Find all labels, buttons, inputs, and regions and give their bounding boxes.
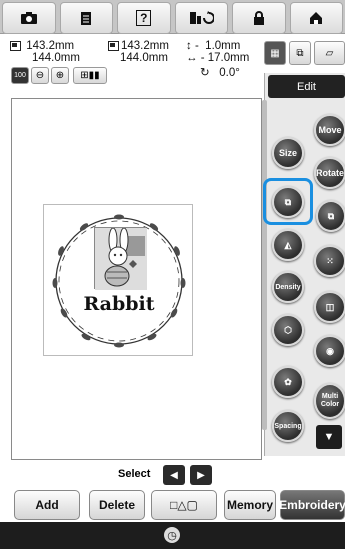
rotate-label: Rotate [316, 168, 345, 178]
stipple-icon: ◉ [326, 345, 334, 356]
top-toolbar: ? [0, 0, 345, 34]
horizontal-arrow-icon: ↔ [186, 52, 198, 64]
grid-button[interactable]: ⊞▮▮ [73, 67, 107, 84]
zoom-out-icon: ⊖ [35, 70, 45, 81]
preview-icon: ▱ [325, 47, 334, 59]
stipple-button[interactable]: ◉ [314, 335, 345, 367]
image-icon: ⧉ [296, 47, 304, 59]
array-icon: ⁙ [326, 255, 334, 266]
size-label: Size [278, 148, 297, 158]
clock-icon[interactable]: ◷ [164, 527, 180, 543]
delete-button[interactable]: Delete [89, 490, 145, 520]
down-arrow-icon: ▼ [323, 431, 335, 443]
outline-icon: ✿ [284, 376, 292, 387]
zoom-100-button[interactable]: 100 [11, 67, 29, 84]
shape-select-button[interactable]: □△▢ [151, 490, 217, 520]
help-button[interactable]: ? [117, 2, 171, 34]
mirror-button[interactable]: ◭ [272, 229, 304, 261]
zoom-in-icon: ⊕ [55, 70, 65, 81]
select-next-button[interactable]: ▶ [190, 465, 212, 485]
duplicate-icon: ⧉ [284, 196, 292, 207]
scroll-down-button[interactable]: ▼ [316, 425, 342, 449]
rotation-readout: ↻ 0.0° [200, 67, 260, 79]
sewing-foot-button[interactable] [174, 2, 228, 34]
size-icon [10, 40, 21, 51]
group-icon: ⧉ [327, 210, 335, 221]
sewing-foot-icon [190, 11, 215, 24]
camera-icon [20, 12, 37, 24]
multi-color-button[interactable]: Multi Color [314, 383, 345, 419]
memory-button[interactable]: Memory [224, 490, 276, 520]
width-readout: 143.2mm [26, 40, 75, 52]
tab-edit-label: Edit [297, 80, 316, 93]
embroidery-button[interactable]: Embroidery [279, 490, 345, 520]
zoom-in-button[interactable]: ⊕ [51, 67, 69, 84]
border-icon: ◫ [325, 301, 335, 312]
density-label: Density [275, 283, 301, 291]
size-button[interactable]: Size [272, 137, 304, 169]
home-button[interactable] [289, 2, 343, 34]
duplicate-button[interactable]: ⧉ [272, 186, 304, 218]
horizontal-offset: 17.0mm [207, 52, 250, 64]
design-text: Rabbit [83, 293, 155, 315]
move-button[interactable]: Move [314, 114, 345, 146]
grid-icon: ⊞▮▮ [80, 70, 100, 81]
rabbit-image [94, 227, 147, 290]
outline-button[interactable]: ✿ [272, 366, 304, 398]
document-button[interactable] [59, 2, 113, 34]
zoom-out-button[interactable]: ⊖ [31, 67, 49, 84]
lock-button[interactable] [232, 2, 286, 34]
right-arrow-icon: ▶ [197, 469, 205, 481]
density-button[interactable]: Density [272, 271, 304, 303]
left-arrow-icon: ◀ [170, 469, 178, 481]
offset-readout: ↕ - 1.0mm ↔ - 17.0mm [186, 40, 250, 64]
lock-icon [253, 10, 264, 25]
preview-button[interactable]: ▱ [314, 41, 345, 65]
move-label: Move [318, 125, 342, 135]
vertical-offset: 1.0mm [205, 40, 241, 52]
border-button[interactable]: ◫ [314, 291, 345, 323]
group-button[interactable]: ⧉ [316, 200, 345, 232]
applique-button[interactable]: ⬡ [272, 314, 304, 346]
image-button[interactable]: ⧉ [289, 41, 311, 65]
delete-label: Delete [98, 498, 136, 512]
spacing-label: Spacing [274, 422, 302, 430]
design-frame[interactable]: Rabbit [43, 204, 193, 356]
rotation-icon: ↻ [200, 67, 210, 79]
size-icon-2 [108, 40, 119, 51]
add-label: Add [35, 498, 59, 512]
array-button[interactable]: ⁙ [314, 245, 345, 277]
thread-button[interactable]: ▦ [264, 41, 286, 65]
select-label: Select [118, 468, 151, 480]
zoom-100-label: 100 [14, 72, 26, 79]
add-button[interactable]: Add [14, 490, 80, 520]
rotate-button[interactable]: Rotate [314, 157, 345, 189]
help-icon: ? [136, 10, 152, 26]
camera-button[interactable] [2, 2, 56, 34]
document-icon [81, 11, 92, 25]
select-previous-button[interactable]: ◀ [163, 465, 185, 485]
applique-icon: ⬡ [284, 324, 292, 335]
embroidery-canvas[interactable]: Rabbit [11, 98, 262, 460]
spacing-button[interactable]: Spacing [272, 410, 304, 442]
mirror-icon: ◭ [284, 239, 292, 250]
multi-color-label: Multi Color [320, 393, 340, 408]
shape-icons: □△▢ [170, 498, 198, 512]
rotation-value: 0.0° [219, 67, 240, 79]
panel-scrollbar[interactable] [262, 100, 267, 430]
status-bar: ◷ [0, 522, 345, 549]
memory-label: Memory [226, 498, 273, 512]
width-readout-2: 143.2mm [121, 40, 169, 52]
embroidery-label: Embroidery [279, 498, 345, 512]
tab-edit[interactable]: Edit [268, 75, 345, 98]
vertical-arrow-icon: ↕ [186, 40, 192, 52]
thread-icon: ▦ [270, 47, 280, 59]
rabbit-icon [95, 227, 147, 290]
home-icon [310, 12, 323, 24]
